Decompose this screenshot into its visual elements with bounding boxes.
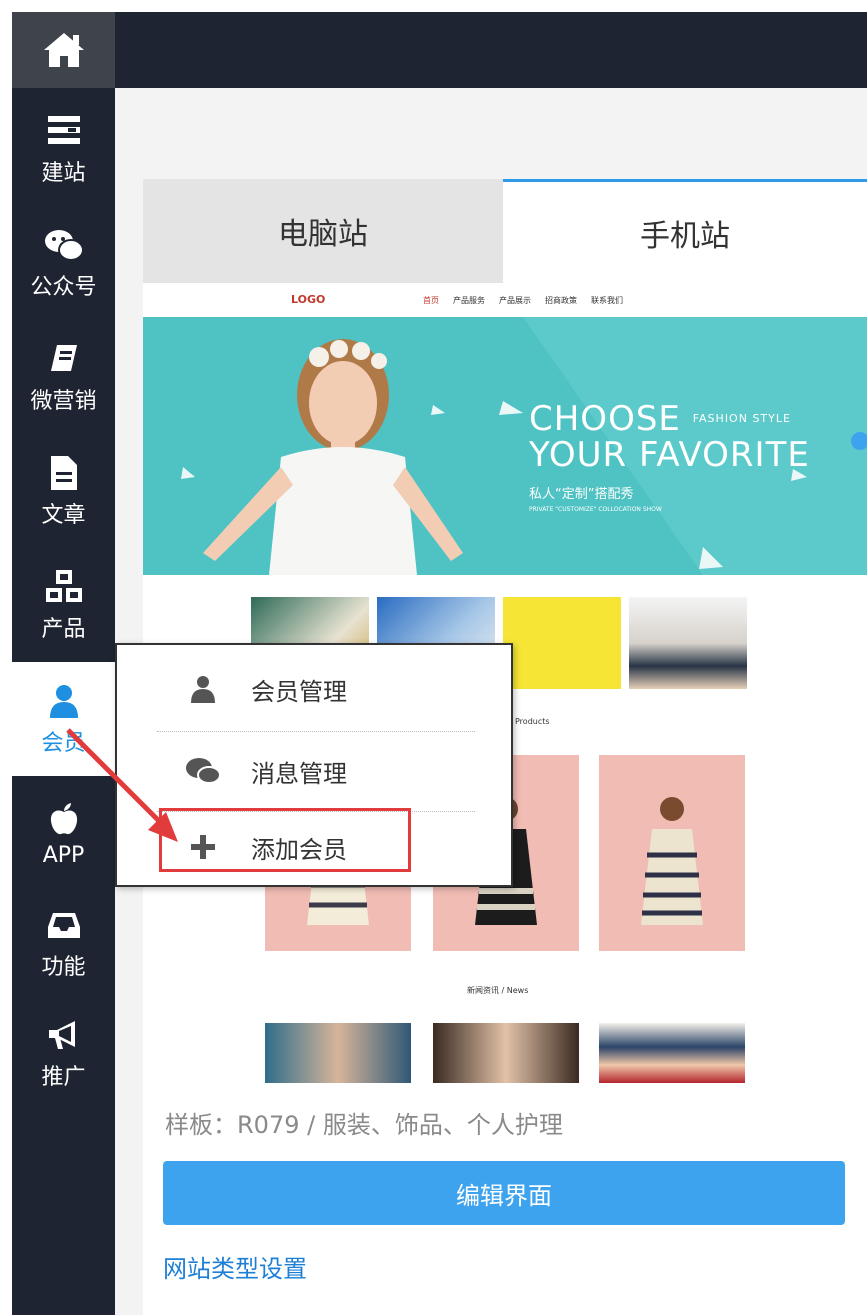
template-info: 样板：R079 / 服装、饰品、个人护理 bbox=[165, 1111, 563, 1139]
banner-line2: YOUR FAVORITE bbox=[529, 435, 810, 475]
sidebar-item-label: APP bbox=[42, 842, 85, 868]
sidebar-item-label: 推广 bbox=[41, 1065, 86, 1090]
thumbnail-image bbox=[629, 597, 747, 689]
news-image bbox=[265, 1023, 411, 1083]
sidebar-item-label: 公众号 bbox=[30, 275, 97, 300]
sidebar-item-label: 建站 bbox=[41, 161, 86, 186]
list-icon bbox=[44, 111, 84, 151]
app-frame: 建站 公众号 微营销 文章 产品 会员 APP 功能 推广 电脑站 手机站 LO… bbox=[12, 12, 867, 1315]
highlight-box bbox=[159, 808, 411, 872]
preview-nav-link: 产品展示 bbox=[499, 296, 531, 305]
tab-pc-site[interactable]: 电脑站 bbox=[143, 179, 503, 283]
sidebar-item-wechat[interactable]: 公众号 bbox=[12, 206, 115, 320]
banner-line4: PRIVATE "CUSTOMIZE" COLLOCATION SHOW bbox=[529, 506, 662, 513]
preview-nav-link: 联系我们 bbox=[591, 296, 623, 305]
preview-banner: CHOOSE FASHION STYLE YOUR FAVORITE 私人“定制… bbox=[143, 317, 867, 575]
sidebar-item-members[interactable]: 会员 bbox=[12, 662, 115, 776]
sidebar: 建站 公众号 微营销 文章 产品 会员 APP 功能 推广 bbox=[12, 12, 115, 1315]
preview-nav-links: 首页 产品服务 产品展示 招商政策 联系我们 bbox=[423, 295, 623, 306]
banner-text: CHOOSE FASHION STYLE YOUR FAVORITE 私人“定制… bbox=[529, 401, 810, 513]
edit-interface-button[interactable]: 编辑界面 bbox=[163, 1161, 845, 1225]
sidebar-item-articles[interactable]: 文章 bbox=[12, 434, 115, 548]
chat-bubbles-icon bbox=[183, 751, 223, 791]
preview-nav-link: 首页 bbox=[423, 296, 439, 305]
preview-nav-link: 招商政策 bbox=[545, 296, 577, 305]
tab-mobile-site[interactable]: 手机站 bbox=[503, 179, 867, 283]
sidebar-item-label: 产品 bbox=[41, 617, 86, 642]
preview-nav: LOGO 首页 产品服务 产品展示 招商政策 联系我们 bbox=[143, 283, 867, 317]
menu-item-label: 消息管理 bbox=[251, 759, 347, 788]
home-button[interactable] bbox=[12, 12, 115, 88]
banner-line1: CHOOSE bbox=[529, 399, 681, 439]
apple-icon bbox=[44, 799, 84, 839]
top-bar bbox=[115, 12, 867, 88]
sidebar-item-functions[interactable]: 功能 bbox=[12, 886, 115, 1000]
sidebar-item-promotion[interactable]: 推广 bbox=[12, 996, 115, 1110]
sidebar-item-label: 会员 bbox=[41, 731, 86, 756]
sidebar-item-build[interactable]: 建站 bbox=[12, 92, 115, 206]
home-icon bbox=[43, 33, 84, 67]
menu-item-member-management[interactable]: 会员管理 bbox=[157, 649, 477, 729]
site-type-settings-link[interactable]: 网站类型设置 bbox=[163, 1249, 307, 1284]
preview-logo: LOGO bbox=[291, 293, 326, 306]
user-icon bbox=[44, 681, 84, 721]
wechat-icon bbox=[44, 225, 84, 265]
menu-item-label: 会员管理 bbox=[251, 677, 347, 706]
document-icon bbox=[44, 453, 84, 493]
menu-item-message-management[interactable]: 消息管理 bbox=[157, 731, 477, 811]
cubes-icon bbox=[44, 567, 84, 607]
sidebar-item-marketing[interactable]: 微营销 bbox=[12, 320, 115, 434]
inbox-icon bbox=[44, 905, 84, 945]
products-label: Products bbox=[515, 717, 550, 726]
sidebar-item-label: 文章 bbox=[41, 503, 86, 528]
news-label: 新闻资讯 / News bbox=[467, 986, 529, 995]
preview-nav-link: 产品服务 bbox=[453, 296, 485, 305]
sidebar-item-label: 微营销 bbox=[30, 389, 97, 414]
thumbnail-image bbox=[503, 597, 621, 689]
sidebar-item-app[interactable]: APP bbox=[12, 776, 115, 890]
banner-line3: 私人“定制”搭配秀 bbox=[529, 487, 634, 502]
user-icon bbox=[183, 669, 223, 709]
banner-line1-small: FASHION STYLE bbox=[692, 412, 791, 425]
sidebar-item-label: 功能 bbox=[41, 955, 86, 980]
site-type-tabs: 电脑站 手机站 bbox=[143, 179, 867, 283]
sidebar-item-products[interactable]: 产品 bbox=[12, 548, 115, 662]
news-image bbox=[433, 1023, 579, 1083]
news-image bbox=[599, 1023, 745, 1083]
megaphone-icon bbox=[44, 1015, 84, 1055]
book-icon bbox=[44, 339, 84, 379]
product-image bbox=[599, 755, 745, 951]
